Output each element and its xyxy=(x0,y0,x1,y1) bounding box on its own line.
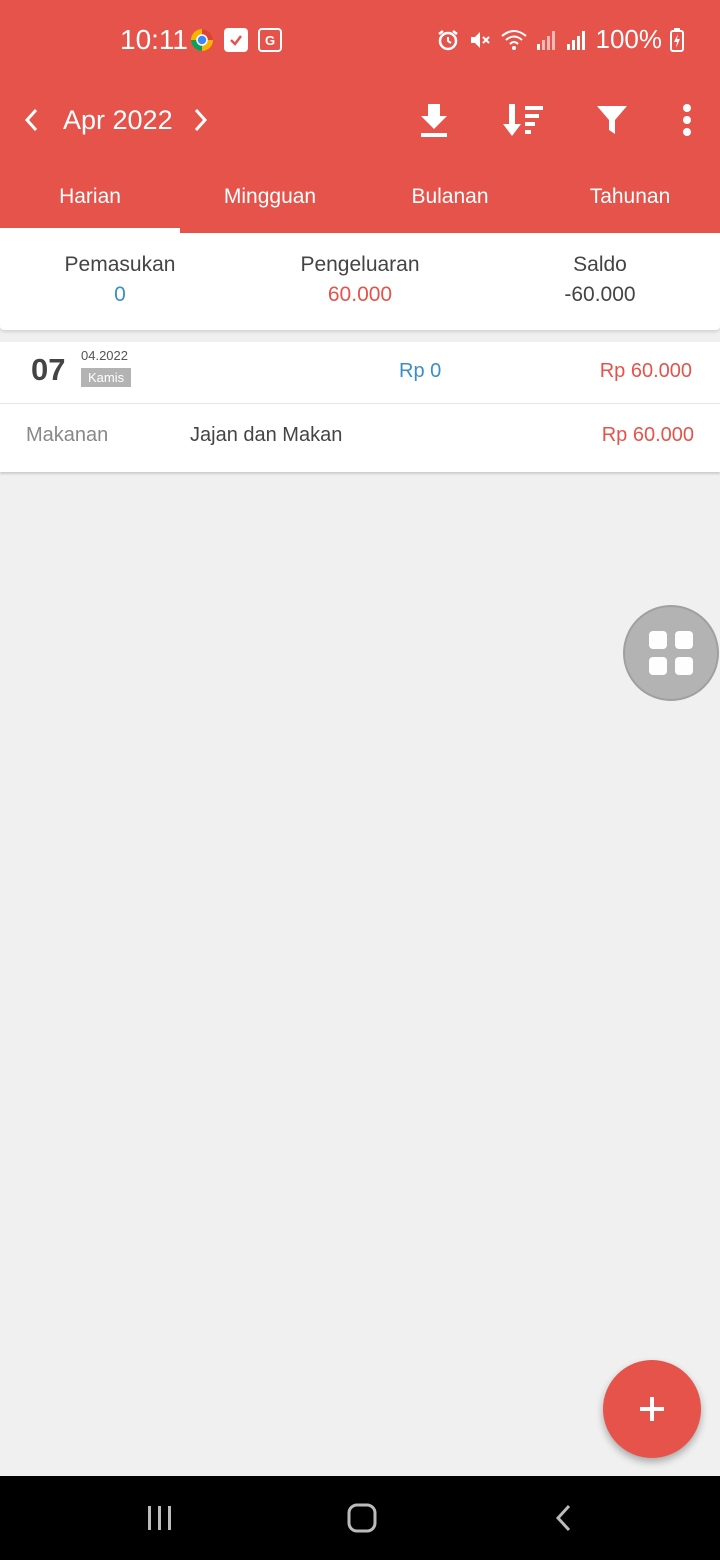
signal-icon xyxy=(536,29,558,51)
chevron-left-icon xyxy=(24,108,38,132)
chevron-right-icon xyxy=(194,108,208,132)
income-value: 0 xyxy=(114,283,126,306)
app-bar: Apr 2022 xyxy=(0,80,720,160)
recent-apps-icon xyxy=(148,1506,171,1530)
recent-apps-button[interactable] xyxy=(130,1496,190,1540)
next-month-button[interactable] xyxy=(180,98,220,142)
transaction-category: Makanan xyxy=(26,424,109,446)
chrome-icon xyxy=(190,28,214,52)
wifi-icon xyxy=(500,28,528,52)
battery-charging-icon xyxy=(670,27,684,52)
filter-button[interactable] xyxy=(586,94,638,146)
add-transaction-button[interactable] xyxy=(603,1360,701,1458)
check-icon xyxy=(224,28,248,52)
period-tabs: Harian Mingguan Bulanan Tahunan xyxy=(0,160,720,233)
day-month-year: 04.2022 xyxy=(81,348,128,363)
income-summary: Pemasukan 0 xyxy=(0,233,240,330)
more-button[interactable] xyxy=(661,94,713,146)
download-button[interactable] xyxy=(408,94,460,146)
back-button[interactable] xyxy=(534,1496,594,1540)
day-header[interactable]: 07 04.2022 Kamis Rp 0 Rp 60.000 xyxy=(0,342,720,404)
alarm-icon xyxy=(436,28,460,52)
sort-icon xyxy=(503,104,543,136)
month-label[interactable]: Apr 2022 xyxy=(63,98,173,142)
day-number: 07 xyxy=(31,352,66,387)
filter-icon xyxy=(597,106,627,134)
tab-bulanan[interactable]: Bulanan xyxy=(360,160,540,233)
day-income: Rp 0 xyxy=(399,360,442,382)
transaction-row[interactable]: Makanan Jajan dan Makan Rp 60.000 xyxy=(0,404,720,470)
grid-menu-button[interactable] xyxy=(623,605,719,701)
more-icon xyxy=(683,104,691,136)
home-icon xyxy=(347,1503,377,1533)
balance-label: Saldo xyxy=(573,253,627,276)
grid-icon xyxy=(649,631,693,675)
income-label: Pemasukan xyxy=(64,253,176,276)
tab-mingguan[interactable]: Mingguan xyxy=(180,160,360,233)
balance-value: -60.000 xyxy=(564,283,636,306)
home-button[interactable] xyxy=(332,1496,392,1540)
status-time: 10:11 xyxy=(120,24,188,55)
download-icon xyxy=(421,104,447,137)
status-app-icons: G xyxy=(190,28,282,52)
day-card: 07 04.2022 Kamis Rp 0 Rp 60.000 Makanan … xyxy=(0,342,720,472)
mute-icon xyxy=(468,28,492,52)
system-nav-bar xyxy=(0,1476,720,1560)
sort-button[interactable] xyxy=(497,94,549,146)
day-expense: Rp 60.000 xyxy=(599,360,692,382)
status-bar: 10:11 G 100% xyxy=(0,0,720,80)
signal-icon xyxy=(566,29,588,51)
transaction-amount: Rp 60.000 xyxy=(601,424,694,446)
expense-value: 60.000 xyxy=(327,283,393,306)
battery-percent: 100% xyxy=(595,24,663,54)
back-icon xyxy=(555,1504,571,1532)
status-right: 100% xyxy=(436,24,684,55)
transaction-note: Jajan dan Makan xyxy=(190,424,343,446)
translate-icon: G xyxy=(258,28,282,52)
summary-panel: Pemasukan 0 Pengeluaran 60.000 Saldo -60… xyxy=(0,233,720,330)
expense-label: Pengeluaran xyxy=(300,253,420,276)
previous-month-button[interactable] xyxy=(12,98,52,142)
tab-tahunan[interactable]: Tahunan xyxy=(540,160,720,233)
expense-summary: Pengeluaran 60.000 xyxy=(240,233,480,330)
balance-summary: Saldo -60.000 xyxy=(480,233,720,330)
day-weekday-badge: Kamis xyxy=(81,368,132,387)
plus-icon xyxy=(640,1397,664,1421)
tab-harian[interactable]: Harian xyxy=(0,160,180,233)
